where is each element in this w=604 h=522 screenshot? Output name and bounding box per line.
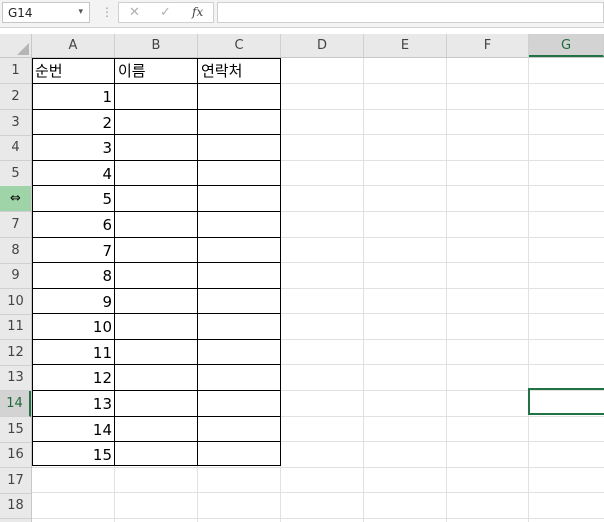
sheet-grid[interactable]: 순번 이름 연락처 1 2 3 4 5 6 7 8 9 10 11 12 13 … bbox=[32, 58, 604, 522]
cell-a12[interactable]: 11 bbox=[32, 340, 115, 366]
row-header-3[interactable]: 3 bbox=[0, 110, 31, 136]
formula-input[interactable] bbox=[217, 2, 604, 23]
insert-function-icon[interactable]: fx bbox=[192, 5, 203, 19]
cell-a8[interactable]: 7 bbox=[32, 238, 115, 264]
row-header-17[interactable]: 17 bbox=[0, 468, 31, 494]
gridline bbox=[528, 58, 529, 522]
cell-c1[interactable]: 연락처 bbox=[198, 58, 281, 84]
column-header-c[interactable]: C bbox=[198, 34, 281, 57]
name-box[interactable]: G14 ▾ bbox=[2, 2, 90, 23]
move-cursor-icon: ⇔ bbox=[10, 191, 21, 206]
cell-a1[interactable]: 순번 bbox=[32, 58, 115, 84]
formula-bar-buttons: ✕ ✓ fx bbox=[118, 2, 214, 23]
formula-bar: G14 ▾ ⋮ ✕ ✓ fx bbox=[0, 0, 604, 28]
column-header-d[interactable]: D bbox=[281, 34, 364, 57]
cell-a10[interactable]: 9 bbox=[32, 289, 115, 315]
formula-bar-splitter[interactable]: ⋮ bbox=[101, 5, 113, 19]
name-box-value: G14 bbox=[8, 6, 33, 20]
cell-a14[interactable]: 13 bbox=[32, 391, 115, 417]
cell-a6[interactable]: 5 bbox=[32, 186, 115, 212]
cell-b1[interactable]: 이름 bbox=[115, 58, 198, 84]
select-all-button[interactable] bbox=[0, 34, 32, 58]
row-header-8[interactable]: 8 bbox=[0, 238, 31, 264]
cancel-icon[interactable]: ✕ bbox=[129, 5, 140, 20]
row-header-16[interactable]: 16 bbox=[0, 442, 31, 468]
gridline bbox=[32, 518, 604, 519]
enter-icon[interactable]: ✓ bbox=[160, 5, 171, 20]
row-header-10[interactable]: 10 bbox=[0, 289, 31, 315]
gridline bbox=[363, 58, 364, 522]
row-header-7[interactable]: 7 bbox=[0, 212, 31, 238]
cell-a4[interactable]: 3 bbox=[32, 135, 115, 161]
row-header-6[interactable]: ⇔ bbox=[0, 186, 31, 212]
gridline bbox=[446, 58, 447, 522]
row-header-11[interactable]: 11 bbox=[0, 314, 31, 340]
select-all-triangle-icon bbox=[17, 43, 29, 55]
column-header-a[interactable]: A bbox=[32, 34, 115, 57]
column-header-g[interactable]: G bbox=[529, 34, 604, 57]
row-header-9[interactable]: 9 bbox=[0, 263, 31, 289]
cell-a5[interactable]: 4 bbox=[32, 161, 115, 187]
row-header-4[interactable]: 4 bbox=[0, 135, 31, 161]
row-header-14[interactable]: 14 bbox=[0, 391, 31, 417]
row-header-13[interactable]: 13 bbox=[0, 365, 31, 391]
row-header-bar: 1 2 3 4 5 ⇔ 7 8 9 10 11 12 13 14 15 16 1… bbox=[0, 58, 32, 522]
cell-a15[interactable]: 14 bbox=[32, 417, 115, 443]
cell-a2[interactable]: 1 bbox=[32, 84, 115, 110]
cell-a13[interactable]: 12 bbox=[32, 365, 115, 391]
column-header-f[interactable]: F bbox=[447, 34, 529, 57]
row-header-2[interactable]: 2 bbox=[0, 84, 31, 110]
cell-a7[interactable]: 6 bbox=[32, 212, 115, 238]
gridline bbox=[280, 58, 281, 522]
column-header-b[interactable]: B bbox=[115, 34, 198, 57]
gridline bbox=[32, 492, 604, 493]
row-header-1[interactable]: 1 bbox=[0, 58, 31, 84]
row-header-15[interactable]: 15 bbox=[0, 417, 31, 443]
column-header-bar: A B C D E F G bbox=[32, 34, 604, 58]
name-box-dropdown-icon[interactable]: ▾ bbox=[78, 7, 83, 17]
cell-a16[interactable]: 15 bbox=[32, 442, 115, 468]
column-header-e[interactable]: E bbox=[364, 34, 447, 57]
gridline bbox=[32, 467, 604, 468]
row-header-18[interactable]: 18 bbox=[0, 493, 31, 519]
row-header-12[interactable]: 12 bbox=[0, 340, 31, 366]
cell-a3[interactable]: 2 bbox=[32, 110, 115, 136]
cell-a9[interactable]: 8 bbox=[32, 263, 115, 289]
row-header-5[interactable]: 5 bbox=[0, 161, 31, 187]
cell-a11[interactable]: 10 bbox=[32, 314, 115, 340]
active-cell-g14[interactable] bbox=[528, 388, 604, 415]
